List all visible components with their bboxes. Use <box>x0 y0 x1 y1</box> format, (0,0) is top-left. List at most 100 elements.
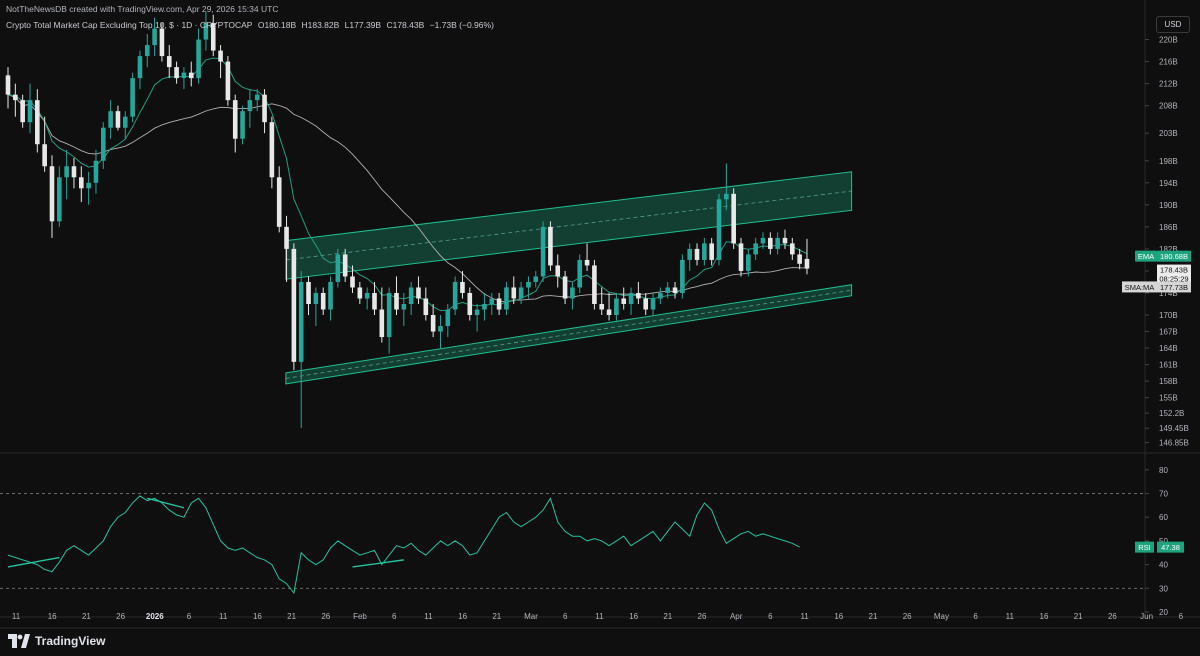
candle-body <box>328 281 333 310</box>
candle-body <box>86 182 91 189</box>
last-price-value: 178.43B <box>1160 266 1188 275</box>
candle-body <box>5 75 11 95</box>
rsi-tick-label: 20 <box>1159 608 1168 617</box>
ema-line <box>7 57 808 312</box>
candle-body <box>760 237 766 244</box>
ohlc-high: H183.82B <box>301 20 340 30</box>
candle-body <box>511 287 517 299</box>
time-tick-label: 2026 <box>146 612 164 621</box>
time-tick-label: 16 <box>48 612 57 621</box>
time-tick-label: 6 <box>187 612 192 621</box>
candle-body <box>709 243 714 260</box>
sma-tag-label: SMA:MA <box>1125 283 1155 292</box>
candle-body <box>496 298 502 310</box>
candle-body <box>650 298 656 310</box>
ohlc-low: L177.39B <box>344 20 382 30</box>
rsi-divergence-line <box>7 556 60 568</box>
candle-body <box>636 292 641 299</box>
price-tick-label: 161B <box>1159 361 1178 370</box>
rsi-tick-label: 60 <box>1159 513 1168 522</box>
candle-body <box>79 177 84 189</box>
time-tick-label: 21 <box>869 612 878 621</box>
price-tick-label: 146.85B <box>1159 439 1189 448</box>
candle-body <box>452 281 458 310</box>
lower-channel <box>285 284 853 385</box>
rsi-tick-label: 80 <box>1159 466 1168 475</box>
candle-body <box>262 94 267 123</box>
time-tick-label: 21 <box>492 612 501 621</box>
candle-body <box>298 281 304 362</box>
candle-body <box>284 226 289 249</box>
candle-body <box>313 292 319 304</box>
candle-body <box>658 292 663 299</box>
time-tick-label: 6 <box>1179 612 1184 621</box>
candle-body <box>518 287 524 299</box>
time-tick-label: 16 <box>1040 612 1049 621</box>
candle-body <box>797 254 802 264</box>
time-tick-label: 26 <box>1108 612 1117 621</box>
candle-body <box>592 265 597 304</box>
candle-body <box>137 56 143 79</box>
candle-body <box>122 116 128 128</box>
price-chart[interactable]: 220B216B212B208B203B198B194B190B186B182B… <box>0 0 1200 656</box>
candle-body <box>71 166 77 178</box>
price-tick-label: 152.2B <box>1159 409 1184 418</box>
time-tick-label: 16 <box>834 612 843 621</box>
candle-body <box>232 100 238 139</box>
time-tick-label: Apr <box>730 612 743 621</box>
candle-body <box>20 100 25 123</box>
candle-body <box>775 237 780 249</box>
time-tick-label: 21 <box>82 612 91 621</box>
candle-body <box>533 276 539 282</box>
candle-body <box>152 28 157 46</box>
candle-body <box>350 276 355 288</box>
chart-credit: NotTheNewsDB created with TradingView.co… <box>6 4 279 14</box>
rsi-tick-label: 40 <box>1159 561 1168 570</box>
candle-body <box>555 265 561 277</box>
candle-body <box>768 237 773 249</box>
currency-button[interactable]: USD <box>1156 16 1190 33</box>
price-tick-label: 167B <box>1159 328 1178 337</box>
candle-body <box>320 292 326 310</box>
time-tick-label: 6 <box>563 612 568 621</box>
candle-body <box>482 304 487 310</box>
price-tick-label: 198B <box>1159 157 1178 166</box>
candle-body <box>49 166 55 222</box>
candle-body <box>357 287 363 299</box>
time-tick-label: Jun <box>1140 612 1153 621</box>
rsi-tag-label: RSI <box>1138 543 1151 552</box>
candle-body <box>35 100 40 145</box>
rsi-tick-label: 30 <box>1159 584 1168 593</box>
time-tick-label: 21 <box>287 612 296 621</box>
ohlc-close: C178.43B <box>386 20 425 30</box>
candle-body <box>218 50 223 62</box>
candle-body <box>115 111 121 128</box>
price-tick-label: 155B <box>1159 394 1178 403</box>
candle-body <box>372 292 377 310</box>
candle-body <box>570 287 575 299</box>
candle-body <box>144 45 150 57</box>
time-tick-label: 26 <box>116 612 125 621</box>
time-tick-label: 11 <box>424 612 433 621</box>
candle-body <box>100 127 106 161</box>
time-tick-label: 26 <box>321 612 330 621</box>
candle-body <box>57 177 62 222</box>
candle-body <box>108 111 113 128</box>
time-tick-label: 16 <box>253 612 262 621</box>
symbol-title[interactable]: Crypto Total Market Cap Excluding Top 10… <box>6 20 252 30</box>
candle-body <box>438 326 443 332</box>
candle-body <box>738 243 744 271</box>
candle-body <box>665 287 670 293</box>
candle-body <box>130 78 135 117</box>
candle-body <box>276 177 282 227</box>
price-tick-label: 158B <box>1159 377 1178 386</box>
candle-body <box>599 304 605 310</box>
candle-body <box>702 243 707 260</box>
time-tick-label: 16 <box>629 612 638 621</box>
candle-body <box>526 281 531 288</box>
rsi-divergence-line <box>352 559 404 568</box>
time-tick-label: 6 <box>768 612 773 621</box>
sma-value: 177.73B <box>1160 283 1188 292</box>
tradingview-logo[interactable]: TradingView <box>8 632 105 650</box>
candle-body <box>614 298 619 316</box>
